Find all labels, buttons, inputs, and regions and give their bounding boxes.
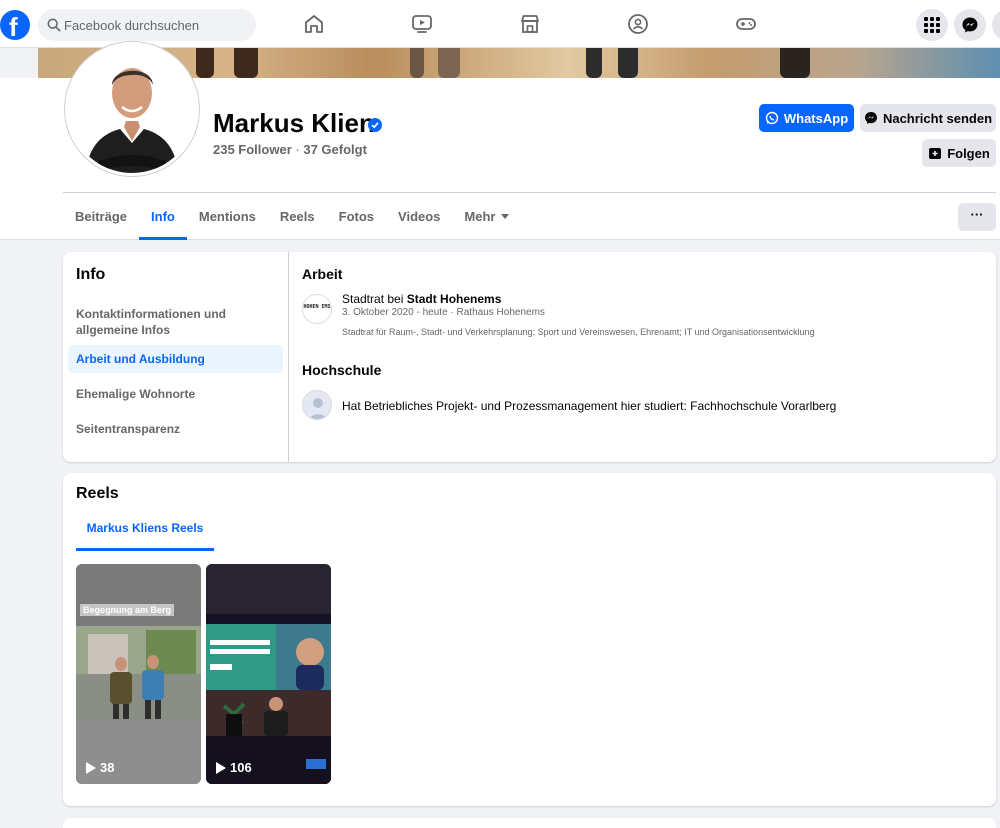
tab-info[interactable]: Info [139, 193, 187, 240]
employer-link[interactable]: Stadt Hohenems [407, 292, 502, 306]
info-sidebar: Info Kontaktinformationen und allgemeine… [63, 252, 289, 462]
tab-more[interactable]: Mehr [452, 193, 521, 240]
reels-tab[interactable]: Markus Kliens Reels [76, 511, 214, 551]
work-title: Stadtrat bei Stadt Hohenems [342, 292, 502, 306]
grid-icon [924, 17, 940, 33]
education-section-title: Hochschule [302, 362, 382, 378]
tab-videos[interactable]: Videos [386, 193, 452, 240]
whatsapp-button[interactable]: WhatsApp [759, 104, 854, 132]
play-icon [216, 761, 226, 774]
info-menu-contact[interactable]: Kontaktinformationen und allgemeine Info… [68, 300, 283, 344]
follow-icon [929, 148, 942, 159]
education-text: Hat Betriebliches Projekt- und Prozessma… [342, 399, 837, 413]
profile-avatar[interactable] [65, 42, 199, 176]
search-input[interactable] [64, 9, 250, 41]
play-icon [86, 761, 96, 774]
more-options-button[interactable]: ··· [958, 203, 996, 231]
following-count[interactable]: 37 Gefolgt [303, 142, 367, 157]
top-navigation-bar: f [0, 0, 1000, 48]
groups-icon[interactable] [626, 12, 650, 36]
info-menu-transparency[interactable]: Seitentransparenz [68, 415, 283, 443]
whatsapp-icon [765, 111, 779, 125]
followers-count[interactable]: 235 Follower [213, 142, 292, 157]
follow-stats: 235 Follower · 37 Gefolgt [213, 142, 367, 157]
video-icon[interactable] [410, 12, 434, 36]
reels-title: Reels [76, 485, 119, 502]
reel-thumbnail[interactable]: 106 [206, 564, 331, 784]
messenger-icon [962, 17, 978, 33]
reel-view-count: 106 [216, 760, 252, 775]
facebook-logo[interactable]: f [0, 10, 30, 42]
info-card: Info Kontaktinformationen und allgemeine… [63, 252, 996, 462]
verified-badge-icon [368, 118, 382, 132]
info-title: Info [76, 266, 106, 283]
home-icon[interactable] [302, 12, 326, 36]
notifications-button[interactable] [992, 9, 1000, 41]
follow-label: Folgen [947, 145, 990, 161]
tab-reels[interactable]: Reels [268, 193, 327, 240]
school-placeholder-icon [302, 390, 332, 420]
employer-logo[interactable]: HOHEN EMS [302, 294, 332, 324]
messenger-icon [864, 112, 877, 124]
reel-thumbnail[interactable]: Begegnung am Berg 38 [76, 564, 201, 784]
search-box[interactable] [38, 9, 256, 41]
work-period: 3. Oktober 2020 - heute · Rathaus Hohene… [342, 307, 545, 318]
tab-photos[interactable]: Fotos [327, 193, 386, 240]
info-menu-places[interactable]: Ehemalige Wohnorte [68, 380, 283, 408]
reel-caption: Begegnung am Berg [80, 604, 175, 616]
reels-card: Reels Markus Kliens Reels Begegnung am B… [63, 473, 996, 806]
whatsapp-label: WhatsApp [783, 110, 849, 126]
menu-grid-button[interactable] [916, 9, 948, 41]
gaming-icon[interactable] [734, 12, 758, 36]
profile-name: Markus Klien [213, 108, 375, 138]
tab-posts[interactable]: Beiträge [63, 193, 139, 240]
send-message-button[interactable]: Nachricht senden [860, 104, 996, 132]
work-description: Stadtrat für Raum-, Stadt- und Verkehrsp… [342, 327, 815, 337]
send-message-label: Nachricht senden [882, 110, 993, 126]
follow-button[interactable]: Folgen [922, 139, 996, 167]
info-menu-work-education[interactable]: Arbeit und Ausbildung [68, 345, 283, 373]
next-section-card [63, 818, 996, 828]
chevron-down-icon [501, 214, 510, 219]
work-section-title: Arbeit [302, 266, 343, 282]
stats-separator: · [295, 142, 300, 157]
messenger-button[interactable] [954, 9, 986, 41]
tab-mentions[interactable]: Mentions [187, 193, 268, 240]
reel-view-count: 38 [86, 760, 114, 775]
marketplace-icon[interactable] [518, 12, 542, 36]
search-icon [47, 18, 61, 32]
profile-tabs: Beiträge Info Mentions Reels Fotos Video… [63, 193, 521, 240]
